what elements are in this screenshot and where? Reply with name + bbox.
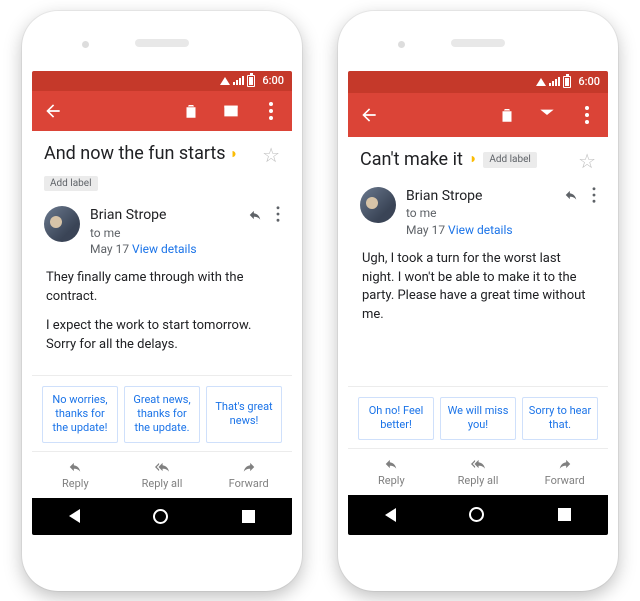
mark-unread-button[interactable] <box>536 104 558 126</box>
phone-frame: 6:00 Can't make it ◗ Add label ☆ Brian S… <box>338 11 618 591</box>
battery-icon <box>563 76 571 88</box>
network-icon <box>220 77 230 85</box>
back-button[interactable] <box>42 100 64 122</box>
clock: 6:00 <box>578 75 600 88</box>
subject-text: And now the fun starts <box>44 143 226 166</box>
status-bar: 6:00 <box>32 71 292 91</box>
phone-frame: 6:00 And now the fun starts ◗ Add label … <box>22 11 302 591</box>
subject-row: Can't make it ◗ Add label ☆ <box>348 137 608 177</box>
importance-icon: ◗ <box>469 151 477 169</box>
avatar[interactable] <box>360 187 396 223</box>
add-label-chip[interactable]: Add label <box>44 176 98 191</box>
nav-recents-button[interactable] <box>558 508 571 521</box>
sender-actions <box>246 206 280 226</box>
forward-label: Forward <box>545 474 585 487</box>
body-paragraph: Ugh, I took a turn for the worst last ni… <box>362 250 594 325</box>
reply-label: Reply <box>62 477 89 490</box>
bottom-actions: Reply Reply all Forward <box>32 451 292 498</box>
front-camera <box>398 41 405 48</box>
status-bar: 6:00 <box>348 71 608 93</box>
reply-icon[interactable] <box>246 207 264 226</box>
bottom-actions: Reply Reply all Forward <box>348 448 608 495</box>
network-icon <box>536 78 546 86</box>
sender-name: Brian Strope <box>90 206 236 225</box>
toolbar <box>348 93 608 137</box>
message-overflow-button[interactable] <box>592 187 596 207</box>
message-body: They finally came through with the contr… <box>32 265 292 374</box>
sender-row: Brian Strope to me May 17 View details <box>32 196 292 265</box>
subject-row: And now the fun starts ◗ Add label ☆ <box>32 131 292 196</box>
recipient-line: to me <box>406 205 552 221</box>
add-label-chip[interactable]: Add label <box>483 152 537 169</box>
back-button[interactable] <box>358 104 380 126</box>
forward-button[interactable]: Forward <box>521 449 608 495</box>
reply-all-button[interactable]: Reply all <box>119 452 206 498</box>
smart-reply-chip[interactable]: That's great news! <box>206 386 282 443</box>
sender-meta: Brian Strope to me May 17 View details <box>90 206 236 257</box>
nav-home-button[interactable] <box>153 509 168 524</box>
smart-reply-chip[interactable]: We will miss you! <box>440 397 516 440</box>
reply-button[interactable]: Reply <box>32 452 119 498</box>
front-camera <box>82 41 89 48</box>
smart-reply-chip[interactable]: Oh no! Feel better! <box>358 397 434 440</box>
smart-reply-chip[interactable]: No worries, thanks for the update! <box>42 386 118 443</box>
toolbar <box>32 91 292 131</box>
body-paragraph: I expect the work to start tomorrow. Sor… <box>46 317 278 355</box>
signal-icon <box>233 76 244 85</box>
reply-all-label: Reply all <box>458 474 499 487</box>
reply-all-label: Reply all <box>142 477 183 490</box>
sender-row: Brian Strope to me May 17 View details <box>348 177 608 246</box>
reply-all-button[interactable]: Reply all <box>435 449 522 495</box>
signal-icon <box>549 77 560 86</box>
speaker-grille <box>451 39 505 47</box>
clock: 6:00 <box>262 74 284 87</box>
reply-label: Reply <box>378 474 405 487</box>
message-body: Ugh, I took a turn for the worst last ni… <box>348 246 608 386</box>
message-overflow-button[interactable] <box>276 206 280 226</box>
sender-meta: Brian Strope to me May 17 View details <box>406 187 552 238</box>
subject: Can't make it ◗ Add label <box>360 149 570 172</box>
reply-icon[interactable] <box>562 187 580 206</box>
body-paragraph: They finally came through with the contr… <box>46 269 278 307</box>
smart-reply-chip[interactable]: Great news, thanks for the update. <box>124 386 200 443</box>
delete-button[interactable] <box>496 104 518 126</box>
forward-label: Forward <box>229 477 269 490</box>
recipient-line: to me <box>90 225 236 241</box>
overflow-menu-button[interactable] <box>260 100 282 122</box>
date: May 17 <box>90 242 129 256</box>
sender-name: Brian Strope <box>406 187 552 206</box>
importance-icon: ◗ <box>230 146 238 164</box>
subject: And now the fun starts ◗ Add label <box>44 143 254 192</box>
reply-button[interactable]: Reply <box>348 449 435 495</box>
nav-back-button[interactable] <box>385 508 396 522</box>
forward-button[interactable]: Forward <box>205 452 292 498</box>
smart-reply-chip[interactable]: Sorry to hear that. <box>522 397 598 440</box>
view-details-link[interactable]: View details <box>448 223 513 237</box>
star-button[interactable]: ☆ <box>578 149 596 173</box>
view-details-link[interactable]: View details <box>132 242 197 256</box>
screen: 6:00 And now the fun starts ◗ Add label … <box>32 71 292 535</box>
nav-recents-button[interactable] <box>242 510 255 523</box>
sender-actions <box>562 187 596 207</box>
smart-replies: Oh no! Feel better! We will miss you! So… <box>348 386 608 448</box>
date: May 17 <box>406 223 445 237</box>
star-button[interactable]: ☆ <box>262 143 280 167</box>
delete-button[interactable] <box>180 100 202 122</box>
avatar[interactable] <box>44 206 80 242</box>
speaker-grille <box>135 39 189 47</box>
android-navbar <box>32 498 292 535</box>
android-navbar <box>348 495 608 535</box>
nav-home-button[interactable] <box>469 507 484 522</box>
smart-replies: No worries, thanks for the update! Great… <box>32 375 292 451</box>
nav-back-button[interactable] <box>69 509 80 523</box>
battery-icon <box>247 75 255 87</box>
subject-text: Can't make it <box>360 149 463 172</box>
overflow-menu-button[interactable] <box>576 104 598 126</box>
mark-unread-button[interactable] <box>220 100 242 122</box>
screen: 6:00 Can't make it ◗ Add label ☆ Brian S… <box>348 71 608 535</box>
